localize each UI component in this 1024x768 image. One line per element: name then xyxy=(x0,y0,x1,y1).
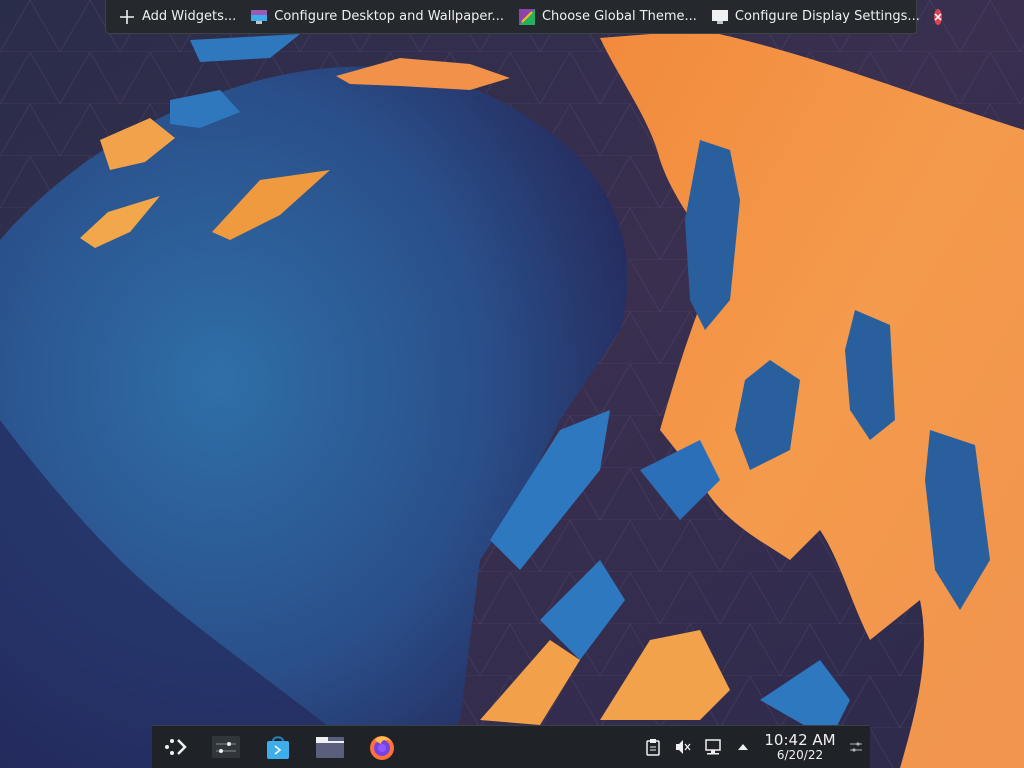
clipboard-icon xyxy=(646,739,660,756)
firefox-icon xyxy=(370,736,394,760)
clock-time: 10:42 AM xyxy=(764,730,836,749)
add-widgets-label: Add Widgets... xyxy=(142,9,237,24)
volume-button[interactable] xyxy=(668,727,698,767)
configure-desktop-label: Configure Desktop and Wallpaper... xyxy=(274,9,504,24)
panel-configure-button[interactable] xyxy=(842,727,870,767)
plus-icon xyxy=(118,8,136,26)
display-settings-button[interactable]: Configure Display Settings... xyxy=(711,4,920,30)
desktop-wallpaper xyxy=(0,0,1024,768)
global-theme-icon xyxy=(518,8,536,26)
display-icon xyxy=(711,8,729,26)
show-hidden-icons-button[interactable] xyxy=(728,727,758,767)
panel-settings-icon xyxy=(850,742,862,752)
system-settings-icon xyxy=(212,736,240,758)
clock-date: 6/20/22 xyxy=(776,747,824,762)
system-tray: 10:42 AM 6/20/22 xyxy=(638,727,870,767)
clipboard-button[interactable] xyxy=(638,727,668,767)
task-dolphin[interactable] xyxy=(308,727,352,767)
application-launcher-icon xyxy=(165,739,187,755)
task-firefox[interactable] xyxy=(360,727,404,767)
network-icon xyxy=(705,739,721,755)
network-button[interactable] xyxy=(698,727,728,767)
task-system-settings[interactable] xyxy=(204,727,248,767)
digital-clock[interactable]: 10:42 AM 6/20/22 xyxy=(762,730,838,762)
edit-mode-toolbar: Add Widgets... Configure Desktop and Wal… xyxy=(105,0,942,34)
configure-desktop-button[interactable]: Configure Desktop and Wallpaper... xyxy=(250,4,504,30)
global-theme-label: Choose Global Theme... xyxy=(541,9,697,24)
discover-store-icon xyxy=(267,736,289,759)
display-settings-label: Configure Display Settings... xyxy=(734,9,920,24)
close-icon xyxy=(934,12,942,21)
show-hidden-icons-arrow-icon xyxy=(738,744,748,750)
dolphin-file-manager-icon xyxy=(316,737,344,758)
task-discover[interactable] xyxy=(256,727,300,767)
global-theme-button[interactable]: Choose Global Theme... xyxy=(518,4,697,30)
add-widgets-button[interactable]: Add Widgets... xyxy=(118,4,236,30)
application-launcher-button[interactable] xyxy=(156,727,196,767)
volume-muted-icon xyxy=(676,740,691,754)
taskbar-panel: 10:42 AM 6/20/22 xyxy=(152,725,870,768)
desktop-wallpaper-icon xyxy=(250,8,268,26)
close-edit-mode-button[interactable] xyxy=(933,8,942,25)
